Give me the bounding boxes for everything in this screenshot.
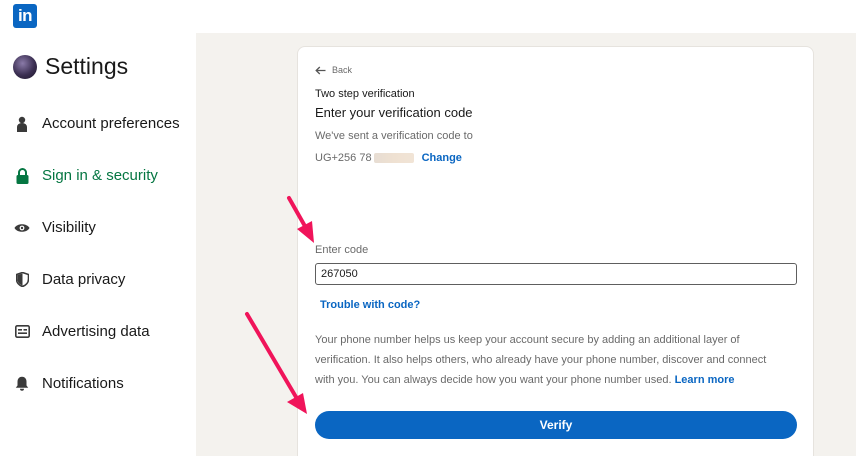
- sidebar-item-label: Sign in & security: [42, 167, 158, 184]
- change-phone-link[interactable]: Change: [422, 152, 462, 164]
- ad-card-icon: [14, 324, 30, 340]
- sidebar-item-advertising-data[interactable]: Advertising data: [14, 323, 150, 340]
- settings-header: Settings: [13, 53, 128, 80]
- step-title: Two step verification: [315, 88, 415, 100]
- learn-more-link[interactable]: Learn more: [675, 374, 735, 386]
- shield-icon: [14, 272, 30, 288]
- sidebar-item-label: Visibility: [42, 219, 96, 236]
- lock-icon: [14, 167, 30, 184]
- settings-sidebar: Settings Account preferences Sign in & s…: [0, 33, 196, 456]
- phone-info-text: Your phone number helps us keep your acc…: [315, 330, 785, 390]
- page-title: Settings: [45, 53, 129, 79]
- trouble-with-code-link[interactable]: Trouble with code?: [320, 299, 420, 311]
- sidebar-item-notifications[interactable]: Notifications: [14, 375, 124, 392]
- step-heading: Enter your verification code: [315, 105, 473, 120]
- sidebar-item-data-privacy[interactable]: Data privacy: [14, 271, 125, 288]
- back-button[interactable]: Back: [315, 65, 352, 75]
- sidebar-item-sign-in-security[interactable]: Sign in & security: [14, 167, 158, 184]
- sidebar-item-label: Notifications: [42, 375, 124, 392]
- phone-number: UG+256 78: [315, 152, 372, 164]
- code-sent-text: We've sent a verification code to: [315, 130, 473, 142]
- sidebar-item-visibility[interactable]: Visibility: [14, 219, 96, 236]
- verify-button[interactable]: Verify: [315, 411, 797, 439]
- avatar[interactable]: [13, 54, 37, 79]
- verification-code-input[interactable]: [315, 263, 797, 285]
- verification-card: Back Two step verification Enter your ve…: [297, 46, 814, 456]
- sidebar-item-account-preferences[interactable]: Account preferences: [14, 115, 180, 132]
- eye-icon: [14, 220, 30, 236]
- top-bar: in: [0, 0, 856, 33]
- arrow-left-icon: [315, 66, 326, 74]
- linkedin-logo[interactable]: in: [13, 4, 37, 28]
- phone-row: UG+256 78 Change: [315, 152, 462, 164]
- sidebar-item-label: Account preferences: [42, 115, 180, 132]
- sidebar-item-label: Data privacy: [42, 271, 126, 288]
- code-label: Enter code: [315, 244, 369, 256]
- sidebar-item-label: Advertising data: [42, 323, 150, 340]
- person-icon: [14, 116, 30, 132]
- bell-icon: [14, 376, 30, 392]
- back-label: Back: [332, 65, 353, 75]
- redacted-digits: [373, 153, 414, 163]
